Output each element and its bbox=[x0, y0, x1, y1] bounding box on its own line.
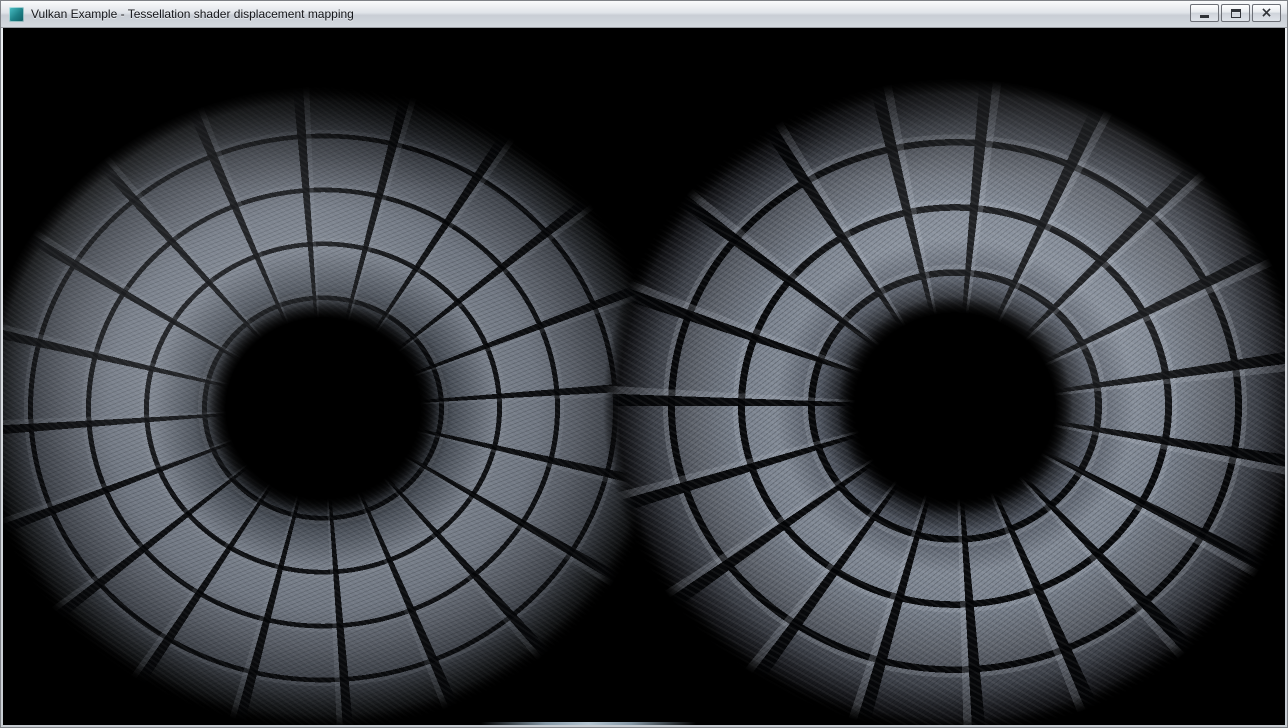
maximize-icon bbox=[1231, 9, 1241, 18]
torus-flat bbox=[3, 83, 673, 726]
app-icon[interactable] bbox=[9, 7, 24, 22]
titlebar[interactable]: Vulkan Example - Tessellation shader dis… bbox=[1, 1, 1287, 28]
window-title: Vulkan Example - Tessellation shader dis… bbox=[31, 7, 354, 21]
close-button[interactable]: × bbox=[1252, 4, 1281, 22]
close-icon: × bbox=[1261, 7, 1273, 19]
bottom-edge-glow bbox=[481, 722, 696, 725]
app-window: Vulkan Example - Tessellation shader dis… bbox=[0, 0, 1288, 728]
maximize-button[interactable] bbox=[1221, 4, 1250, 22]
minimize-button[interactable] bbox=[1190, 4, 1219, 22]
torus-displaced bbox=[595, 71, 1285, 725]
render-viewport[interactable] bbox=[3, 28, 1285, 725]
window-controls: × bbox=[1190, 4, 1281, 22]
minimize-icon bbox=[1200, 15, 1209, 18]
